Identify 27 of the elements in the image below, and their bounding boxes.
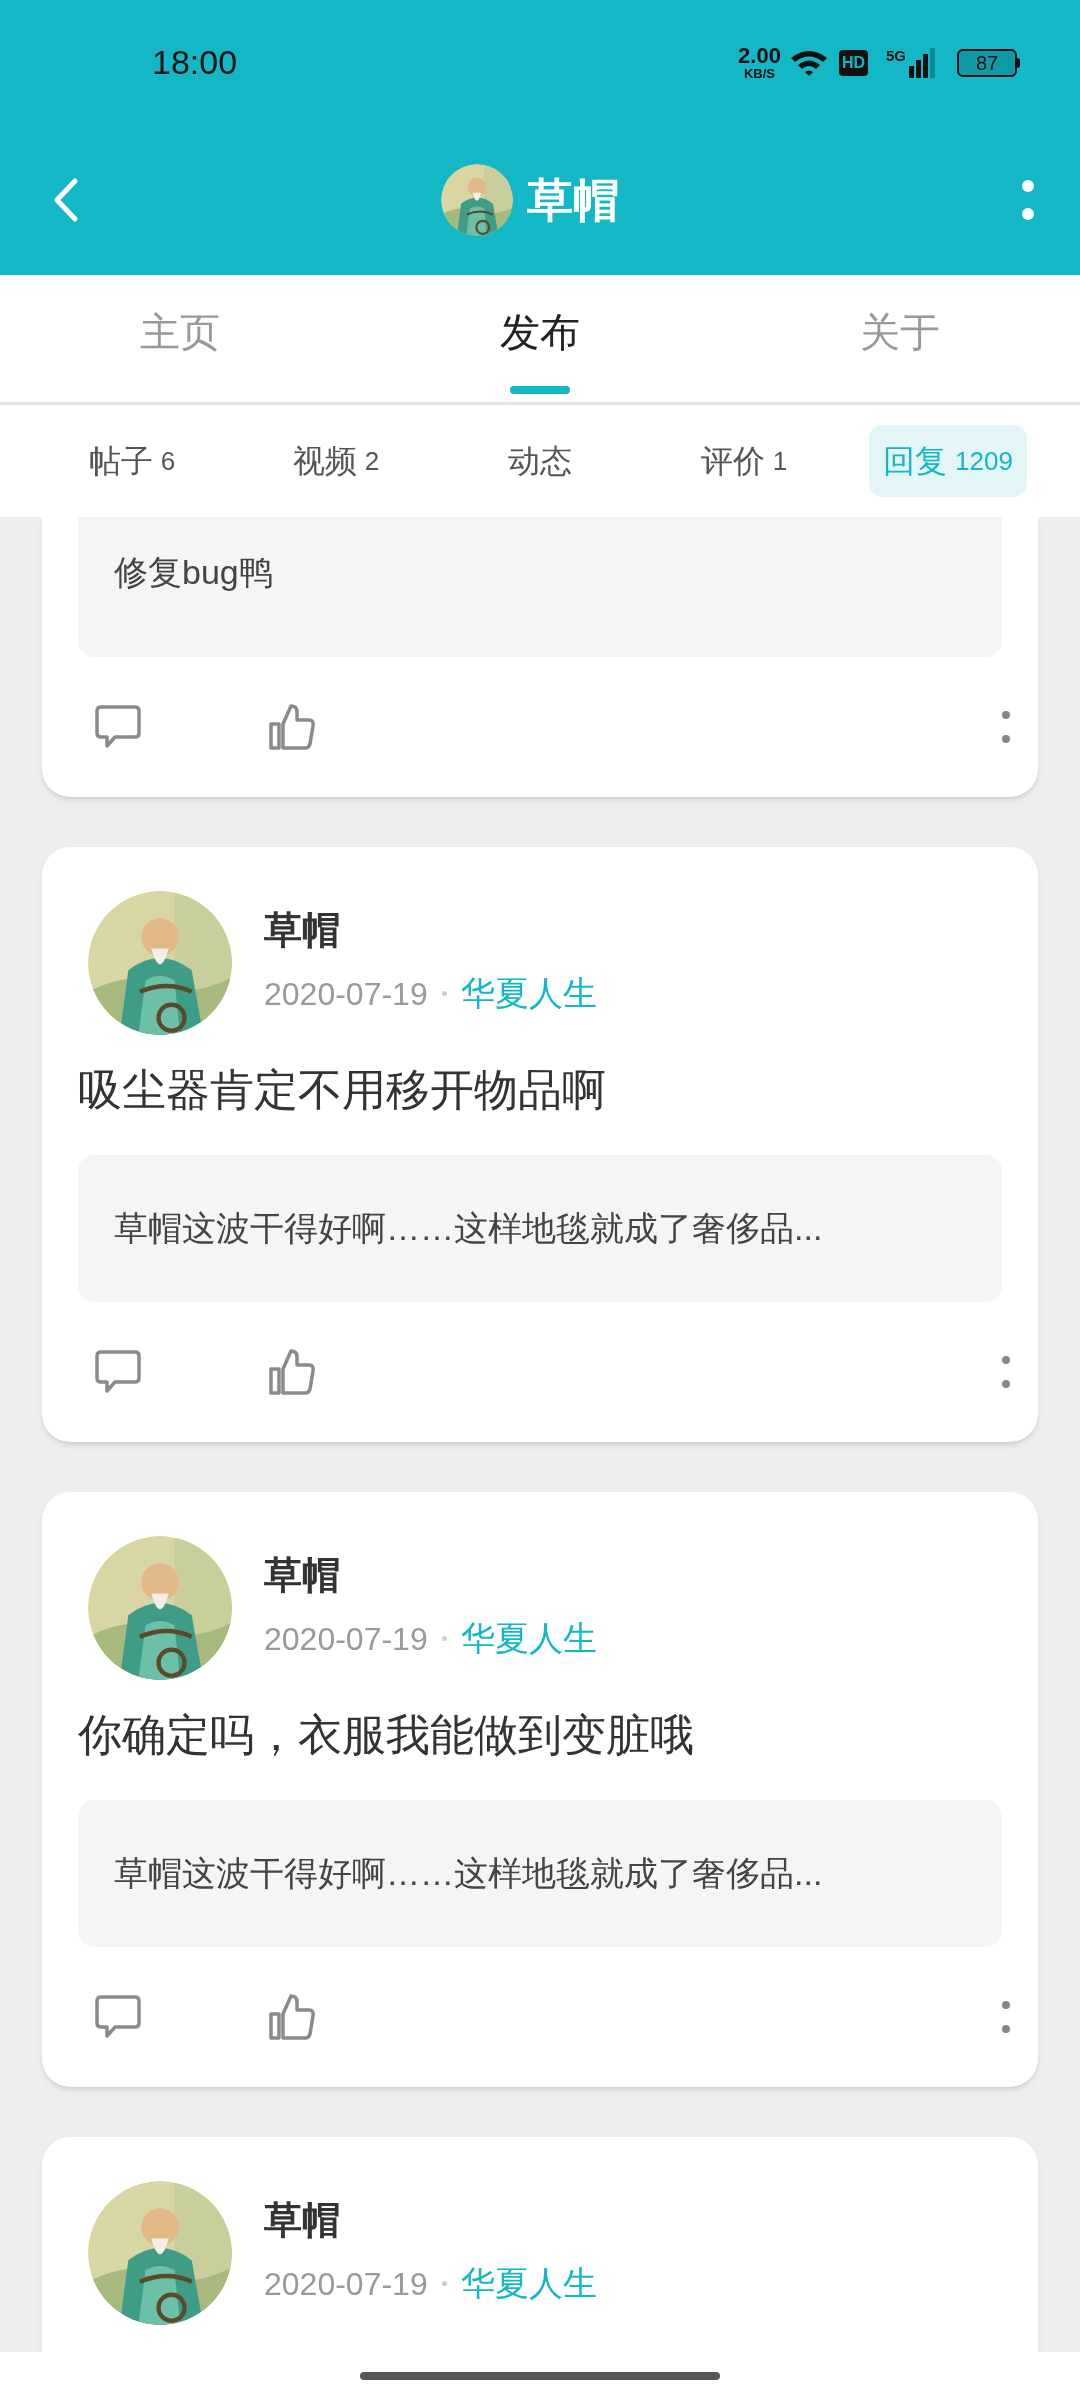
filter-tab[interactable]: 评价 1 bbox=[686, 425, 802, 497]
more-options-icon[interactable] bbox=[1001, 711, 1011, 743]
quoted-reply[interactable]: 修复bug鸭 bbox=[78, 517, 1002, 657]
post-date: 2020-07-19 bbox=[264, 2264, 428, 2304]
profile-tab[interactable]: 发布 bbox=[360, 275, 720, 402]
battery-indicator: 87 bbox=[957, 48, 1017, 77]
profile-title: 草帽 bbox=[527, 172, 619, 228]
filter-tab[interactable]: 视频 2 bbox=[278, 425, 394, 497]
post-date: 2020-07-19 bbox=[264, 974, 428, 1014]
reply-text: 你确定吗，衣服我能做到变脏哦 bbox=[77, 1709, 695, 1761]
status-time: 18:00 bbox=[152, 42, 238, 83]
filter-tab[interactable]: 帖子 6 bbox=[74, 425, 190, 497]
filter-tab[interactable]: 动态 bbox=[494, 425, 586, 497]
reply-text: 吸尘器肯定不用移开物品啊 bbox=[77, 1064, 607, 1116]
author-name: 草帽 bbox=[264, 1552, 341, 1598]
network-type: 5G bbox=[886, 47, 906, 63]
author-name: 草帽 bbox=[264, 2197, 341, 2243]
quoted-reply[interactable]: 草帽这波干得好啊……这样地毯就成了奢侈品... bbox=[78, 1800, 1002, 1947]
hd-badge: HD bbox=[838, 49, 868, 76]
network-speed-unit: KB/S bbox=[743, 67, 775, 80]
post-date: 2020-07-19 bbox=[264, 1619, 428, 1659]
network-speed: 2.00 bbox=[738, 45, 781, 67]
more-options-icon[interactable] bbox=[1001, 1356, 1011, 1388]
more-options-icon[interactable] bbox=[1001, 2001, 1011, 2033]
signal-icon bbox=[909, 47, 935, 78]
author-name: 草帽 bbox=[264, 907, 341, 953]
quoted-reply[interactable]: 草帽这波干得好啊……这样地毯就成了奢侈品... bbox=[78, 1155, 1002, 1302]
